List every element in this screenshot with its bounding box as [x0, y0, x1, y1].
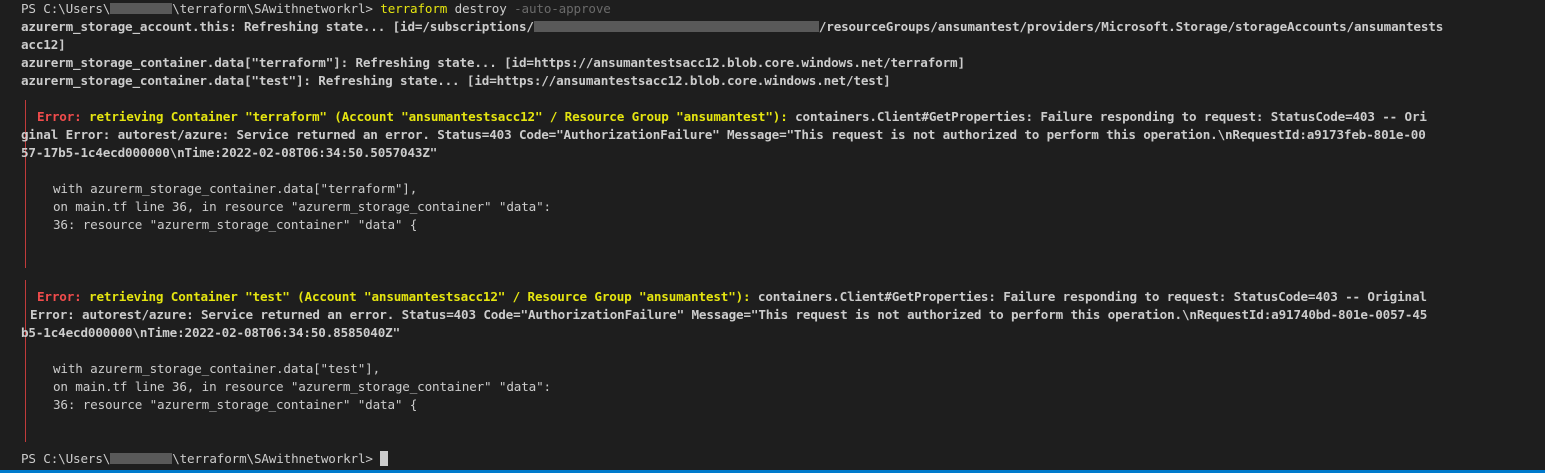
command-name: terraform	[380, 1, 448, 16]
refresh-line-2: azurerm_storage_container.data["terrafor…	[21, 55, 965, 70]
error-1-with: with azurerm_storage_container.data["ter…	[53, 181, 418, 196]
error-2-detail-2: Error: autorest/azure: Service returned …	[30, 307, 1428, 322]
error-2-summary: retrieving Container "test" (Account "an…	[89, 289, 751, 304]
text-cursor	[380, 451, 389, 466]
error-1-label: Error:	[37, 109, 82, 124]
refresh-line-3: azurerm_storage_container.data["test"]: …	[21, 73, 891, 88]
command-flag: -auto-approve	[514, 1, 611, 16]
refresh-line-1: azurerm_storage_account.this: Refreshing…	[21, 18, 1443, 36]
error-2-on: on main.tf line 36, in resource "azurerm…	[53, 379, 551, 394]
prompt-line-1: PS C:\Users\ \terraform\SAwithnetworkrl> …	[21, 0, 611, 18]
error-2-header: Error: retrieving Container "test" (Acco…	[37, 288, 1427, 306]
error-2-detail-3: b5-1c4ecd000000\nTime:2022-02-08T06:34:5…	[21, 325, 401, 340]
redacted-subscription-id	[533, 21, 819, 32]
error-1-detail-2: ginal Error: autorest/azure: Service ret…	[21, 127, 1426, 142]
error-2-with: with azurerm_storage_container.data["tes…	[53, 361, 381, 376]
refresh-line-1-wrap: acc12]	[21, 37, 66, 52]
command-args: destroy	[454, 1, 507, 16]
error-2-src: 36: resource "azurerm_storage_container"…	[53, 397, 418, 412]
refresh-line-1-pre: azurerm_storage_account.this: Refreshing…	[21, 19, 534, 34]
redacted-username	[110, 3, 173, 14]
prompt-suffix: \terraform\SAwithnetworkrl>	[172, 1, 373, 16]
error-1-detail: containers.Client#GetProperties: Failure…	[787, 109, 1427, 124]
refresh-line-1-post: /resourceGroups/ansumantest/providers/Mi…	[818, 19, 1444, 34]
error-1-on: on main.tf line 36, in resource "azurerm…	[53, 199, 551, 214]
prompt-prefix: PS C:\Users\	[21, 1, 111, 16]
error-2-detail: containers.Client#GetProperties: Failure…	[750, 289, 1427, 304]
error-1-summary: retrieving Container "terraform" (Accoun…	[89, 109, 788, 124]
prompt-line-2[interactable]: PS C:\Users\ \terraform\SAwithnetworkrl>	[21, 450, 389, 468]
error-1-detail-3: 57-17b5-1c4ecd000000\nTime:2022-02-08T06…	[21, 145, 438, 160]
terminal-panel[interactable]: PS C:\Users\ \terraform\SAwithnetworkrl> …	[0, 0, 1545, 473]
prompt-2-suffix: \terraform\SAwithnetworkrl>	[172, 451, 373, 466]
error-2-label: Error:	[37, 289, 82, 304]
prompt-2-prefix: PS C:\Users\	[21, 451, 111, 466]
error-gutter-2	[25, 280, 26, 442]
redacted-username-2	[110, 453, 173, 464]
error-1-header: Error: retrieving Container "terraform" …	[37, 108, 1427, 126]
error-1-src: 36: resource "azurerm_storage_container"…	[53, 217, 418, 232]
